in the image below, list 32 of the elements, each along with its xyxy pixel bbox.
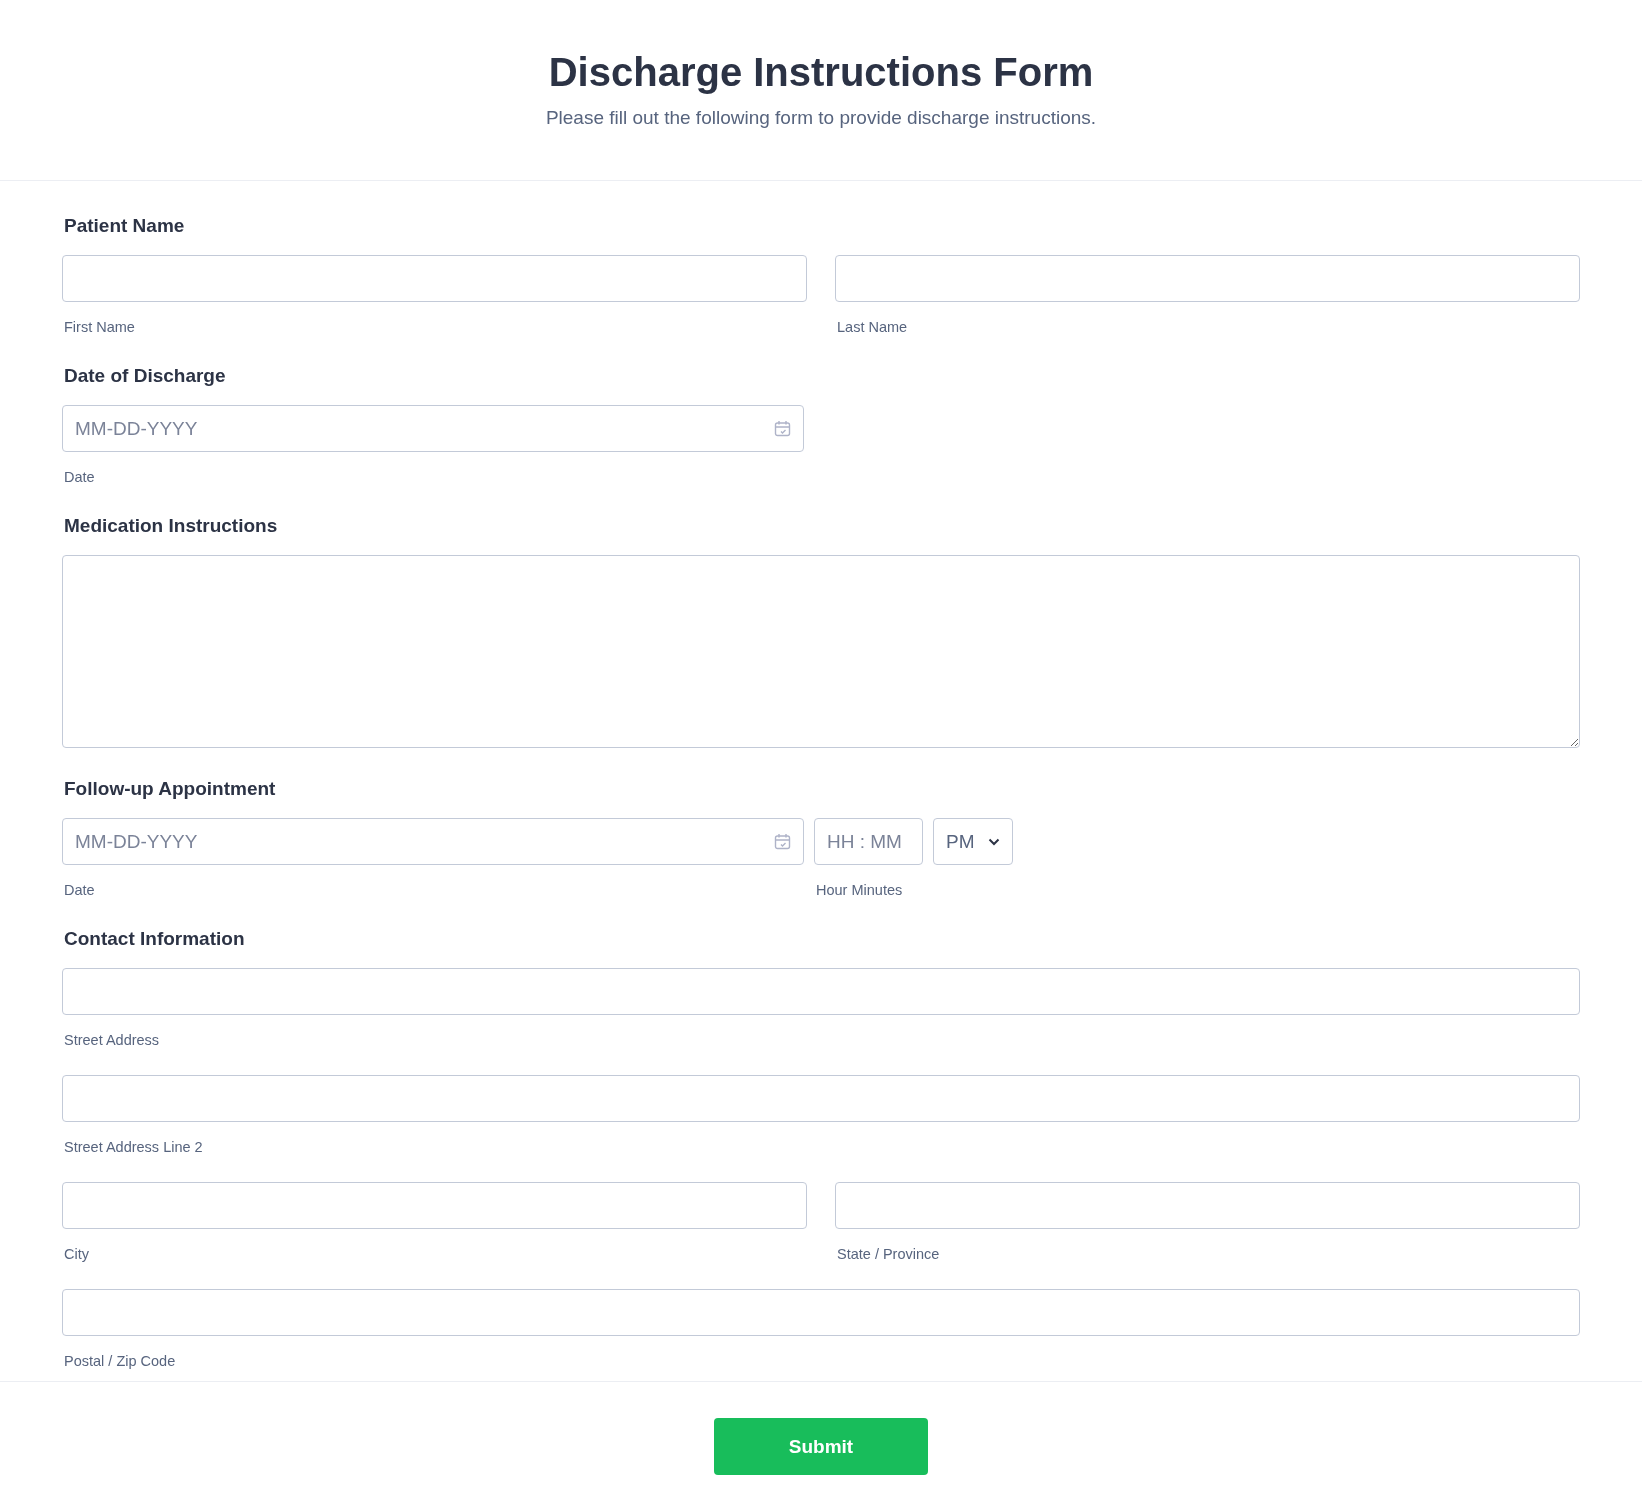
calendar-icon <box>774 420 791 437</box>
input-field[interactable] <box>62 968 1580 1015</box>
input-field[interactable] <box>62 1182 807 1229</box>
date-field[interactable]: MM-DD-YYYY <box>62 405 804 452</box>
chevron-icon <box>988 837 1000 846</box>
form-title: Discharge Instructions Form <box>548 50 1094 95</box>
calendar-icon <box>774 833 791 850</box>
sub-label: State / Province <box>837 1246 941 1262</box>
sub-label: Date <box>64 469 96 485</box>
input-field[interactable] <box>62 1075 1580 1122</box>
sub-label: First Name <box>64 319 136 335</box>
date-field[interactable]: MM-DD-YYYY <box>62 818 804 865</box>
sub-label: Last Name <box>837 319 909 335</box>
text-area[interactable] <box>62 555 1580 748</box>
field-label: Patient Name <box>64 215 186 237</box>
sub-label: City <box>64 1246 90 1262</box>
sub-label: Street Address <box>64 1032 161 1048</box>
input-field[interactable] <box>835 255 1580 302</box>
ampm-dropdown[interactable]: PM <box>933 818 1013 865</box>
input-field[interactable] <box>835 1182 1580 1229</box>
sub-label: Date <box>64 882 96 898</box>
field-label: Contact Information <box>64 928 246 950</box>
sub-label: Postal / Zip Code <box>64 1353 177 1369</box>
field-label: Medication Instructions <box>64 515 279 537</box>
input-field[interactable] <box>62 255 807 302</box>
field-label: Date of Discharge <box>64 365 227 387</box>
form-subtitle: Please fill out the following form to provide discharge instructions. <box>545 107 1097 129</box>
sub-label: Hour Minutes <box>816 882 904 898</box>
field-label: Follow-up Appointment <box>64 778 277 800</box>
sub-label: Street Address Line 2 <box>64 1139 204 1155</box>
input-field[interactable] <box>62 1289 1580 1336</box>
time-field[interactable]: HH : MM <box>814 818 923 865</box>
